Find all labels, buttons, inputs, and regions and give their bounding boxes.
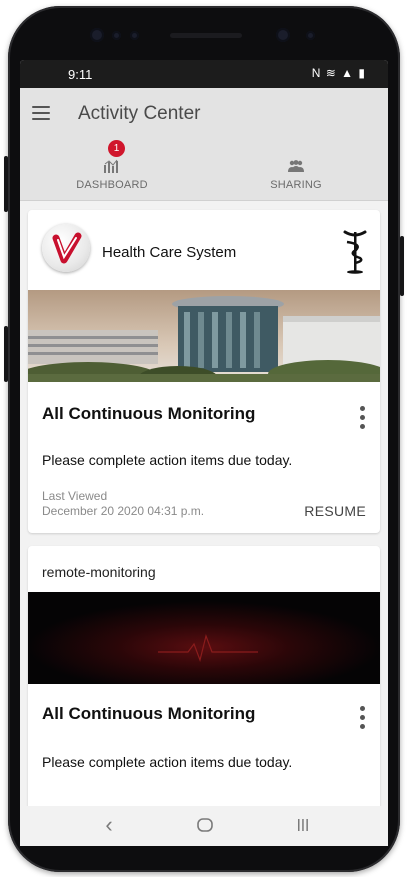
screen: 9:11 N ≋ ▲ ▮ Activity Center 1 DASHBOARD	[20, 60, 388, 832]
nfc-icon: N	[311, 66, 322, 80]
iris-camera	[306, 31, 315, 40]
bixby-button	[4, 326, 8, 382]
card-description: Please complete action items due today.	[42, 754, 293, 770]
status-time: 9:11	[68, 67, 93, 82]
dashboard-chart-icon	[104, 159, 118, 173]
card-title: All Continuous Monitoring	[42, 704, 256, 723]
organization-name: remote-monitoring	[42, 564, 156, 580]
volume-button	[4, 156, 8, 212]
card-description: Please complete action items due today.	[42, 452, 293, 468]
earpiece-speaker	[170, 33, 242, 38]
home-circle-icon[interactable]	[190, 812, 220, 838]
front-camera	[276, 28, 290, 42]
program-card[interactable]: Health Care System All Continuous Monito…	[28, 210, 380, 533]
tab-sharing[interactable]: SHARING	[204, 142, 388, 200]
last-viewed-label: Last Viewed	[42, 489, 108, 503]
hospital-banner-image	[28, 290, 380, 382]
tab-sharing-label: SHARING	[270, 179, 322, 191]
tab-bar: 1 DASHBOARD SHARING	[20, 140, 388, 201]
battery-icon: ▮	[358, 66, 366, 80]
page-title: Activity Center	[78, 103, 201, 124]
resume-button[interactable]: RESUME	[304, 503, 366, 519]
more-options-icon[interactable]	[360, 406, 366, 432]
system-nav-bar: ‹	[20, 806, 388, 846]
recents-icon[interactable]	[288, 812, 318, 838]
wifi-icon: ≋	[325, 66, 337, 80]
back-chevron-icon[interactable]: ‹	[94, 812, 124, 838]
signal-icon: ▲	[341, 66, 355, 80]
organization-name: Health Care System	[102, 244, 237, 261]
status-bar: 9:11 N ≋ ▲ ▮	[20, 60, 388, 88]
monitoring-banner-image	[28, 592, 380, 684]
caduceus-icon	[343, 230, 367, 274]
program-card[interactable]: remote-monitoring All Continuous Monitor…	[28, 546, 380, 832]
proximity-sensor	[112, 31, 121, 40]
last-viewed: Last Viewed December 20 2020 04:31 p.m.	[42, 489, 204, 519]
power-button	[400, 236, 404, 296]
people-group-icon	[288, 160, 304, 172]
notification-badge: 1	[108, 140, 125, 157]
card-title: All Continuous Monitoring	[42, 404, 256, 423]
heart-check-logo	[42, 224, 90, 272]
iris-sensor	[90, 28, 104, 42]
top-bezel	[8, 6, 400, 66]
tab-dashboard-label: DASHBOARD	[76, 179, 148, 191]
hamburger-menu-icon[interactable]	[32, 106, 50, 120]
app-bar: Activity Center	[20, 88, 388, 142]
more-options-icon[interactable]	[360, 706, 366, 732]
status-icons: N ≋ ▲ ▮	[312, 66, 366, 80]
last-viewed-date: December 20 2020 04:31 p.m.	[42, 504, 205, 518]
light-sensor	[130, 31, 139, 40]
tab-dashboard[interactable]: 1 DASHBOARD	[20, 140, 204, 200]
